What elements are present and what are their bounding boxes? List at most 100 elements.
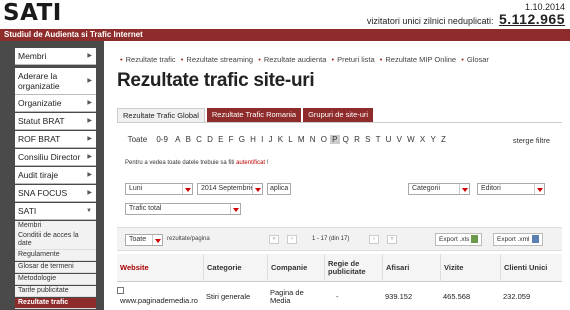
sidebar-item-label: SATI xyxy=(18,206,37,216)
sidebar-item-label: SNA FOCUS xyxy=(18,188,68,198)
alphabet-letter-b[interactable]: B xyxy=(183,135,194,144)
alphabet-letter-a[interactable]: A xyxy=(173,135,184,144)
col-afisari[interactable]: Afisari xyxy=(382,254,440,282)
alphabet-letter-z[interactable]: Z xyxy=(438,135,448,144)
alphabet-letter-r[interactable]: R xyxy=(352,135,363,144)
login-link[interactable]: autentificat xyxy=(236,160,265,166)
pager-bar: Toate rezultate/pagina « ‹ 1 - 17 (din 1… xyxy=(117,227,562,251)
page: SATI 1.10.2014 vizitatori unici zilnici … xyxy=(0,0,570,310)
bullet-icon: • xyxy=(258,55,261,64)
export-xml-button[interactable]: Export .xml xyxy=(493,233,543,246)
bullet-icon: • xyxy=(461,55,464,64)
alphabet-letter-j[interactable]: J xyxy=(266,135,275,144)
alphabet-letter-h[interactable]: H xyxy=(248,135,259,144)
sidebar-subitem-conditii[interactable]: Conditii de acces la date xyxy=(15,231,96,250)
sidebar-item-statut-brat[interactable]: Statut BRAT ▶ xyxy=(15,113,96,130)
publisher-value: Editori xyxy=(481,185,501,192)
alphabet-letter-o[interactable]: O xyxy=(318,135,329,144)
login-note: Pentru a vedea toate datele trebuie sa f… xyxy=(125,160,268,166)
sidebar-subitem-regulamente[interactable]: Regulamente xyxy=(15,250,96,261)
alphabet-letter-u[interactable]: U xyxy=(383,135,394,144)
alphabet-letter-m[interactable]: M xyxy=(295,135,307,144)
crumb-rezultate-mip[interactable]: Rezultate MIP Online xyxy=(385,55,456,64)
bullet-icon: • xyxy=(180,55,184,64)
alphabet-letter-e[interactable]: E xyxy=(216,135,227,144)
col-clienti-unici[interactable]: Clienti Unici xyxy=(500,254,562,282)
sidebar-subitem-metodologie[interactable]: Metodologie xyxy=(15,274,96,285)
alphabet-letter-v[interactable]: V xyxy=(394,135,405,144)
col-categorie[interactable]: Categorie xyxy=(203,254,267,282)
first-page-icon: « xyxy=(272,236,276,242)
col-regie[interactable]: Regie de publicitate xyxy=(324,254,382,282)
alphabet-letter-c[interactable]: C xyxy=(194,135,205,144)
col-website[interactable]: Website xyxy=(117,254,203,282)
sidebar-item-rof-brat[interactable]: ROF BRAT ▶ xyxy=(15,131,96,148)
sidebar-subitem-tarife[interactable]: Tarife publicitate xyxy=(15,286,96,297)
period-select[interactable]: Luni xyxy=(125,183,193,195)
crumb-preturi-lista[interactable]: Preturi lista xyxy=(337,55,375,64)
sidebar-item-label: ROF BRAT xyxy=(18,134,61,144)
crumb-rezultate-streaming[interactable]: Rezultate streaming xyxy=(186,55,253,64)
tab-grupuri[interactable]: Grupuri de site-uri xyxy=(303,108,374,122)
sidebar-subitem-glosar[interactable]: Glosar de termeni xyxy=(15,262,96,273)
col-companie[interactable]: Companie xyxy=(267,254,324,282)
crumb-glosar[interactable]: Glosar xyxy=(467,55,489,64)
sidebar-item-aderare[interactable]: Aderare la organizatie ▶ xyxy=(15,68,96,95)
apply-button[interactable]: aplica xyxy=(267,183,291,195)
tab-bar: Rezultate Trafic Global Rezultate Trafic… xyxy=(117,108,375,122)
category-value: Categorii xyxy=(412,185,441,192)
prev-page-button[interactable]: ‹ xyxy=(287,235,297,244)
alphabet-letter-q[interactable]: Q xyxy=(340,135,351,144)
sidebar-item-label: Audit tiraje xyxy=(18,170,59,180)
sidebar-item-membri[interactable]: Membri ▶ xyxy=(15,48,96,65)
traffic-select[interactable]: Trafic total xyxy=(125,203,241,215)
alphabet-letter-g[interactable]: G xyxy=(236,135,247,144)
first-page-button[interactable]: « xyxy=(269,235,279,244)
cell-website[interactable]: www.paginademedia.ro xyxy=(117,283,203,310)
crumb-rezultate-trafic[interactable]: Rezultate trafic xyxy=(126,55,176,64)
sidebar-item-sati[interactable]: SATI ▼ xyxy=(15,203,96,220)
chevron-right-icon: ▶ xyxy=(87,136,92,142)
month-select[interactable]: 2014 Septembrie xyxy=(197,183,263,195)
alphabet-letter-toate[interactable]: Toate xyxy=(125,135,150,144)
publisher-select[interactable]: Editori xyxy=(477,183,545,195)
sidebar-subitem-rezultate-trafic[interactable]: Rezultate trafic xyxy=(15,298,96,309)
sidebar-item-label: Organizatie xyxy=(18,98,62,108)
alphabet-letter-n[interactable]: N xyxy=(307,135,318,144)
alphabet-letter-d[interactable]: D xyxy=(205,135,216,144)
cell-categorie: Stiri generale xyxy=(206,291,251,301)
cell-clienti-unici: 232.059 xyxy=(503,291,531,301)
sidebar-item-audit-tiraje[interactable]: Audit tiraje ▶ xyxy=(15,167,96,184)
alphabet-letter-l[interactable]: L xyxy=(286,135,296,144)
clear-filters-link[interactable]: sterge filtre xyxy=(513,136,550,145)
next-page-icon: › xyxy=(373,236,375,242)
alphabet-letter-0-9[interactable]: 0-9 xyxy=(154,135,171,144)
per-page-select[interactable]: Toate xyxy=(125,234,163,246)
alphabet-letter-s[interactable]: S xyxy=(362,135,373,144)
last-page-button[interactable]: » xyxy=(387,235,397,244)
tab-trafic-romania[interactable]: Rezultate Trafic Romania xyxy=(206,108,302,122)
alphabet-letter-w[interactable]: W xyxy=(405,135,418,144)
alphabet-letter-x[interactable]: X xyxy=(417,135,428,144)
alphabet-letter-k[interactable]: K xyxy=(275,135,286,144)
alphabet-letter-t[interactable]: T xyxy=(373,135,383,144)
export-xls-button[interactable]: Export .xls xyxy=(435,233,483,246)
breadcrumb: • Rezultate trafic • Rezultate streaming •… xyxy=(117,55,489,64)
alphabet-letter-f[interactable]: F xyxy=(226,135,236,144)
chevron-down-icon: ▼ xyxy=(86,208,92,214)
alphabet-letter-y[interactable]: Y xyxy=(428,135,439,144)
crumb-rezultate-audienta[interactable]: Rezultate audienta xyxy=(264,55,327,64)
next-page-button[interactable]: › xyxy=(369,235,379,244)
alphabet-letter-p[interactable]: P xyxy=(329,135,341,144)
dropdown-arrow-icon xyxy=(152,235,162,245)
alphabet-letter-i[interactable]: I xyxy=(259,135,266,144)
category-select[interactable]: Categorii xyxy=(408,183,470,195)
col-vizite[interactable]: Vizite xyxy=(440,254,500,282)
period-value: Luni xyxy=(129,185,143,192)
sati-logo[interactable]: SATI xyxy=(3,0,62,26)
sidebar-item-consiliu-director[interactable]: Consiliu Director ▶ xyxy=(15,149,96,166)
tab-trafic-global[interactable]: Rezultate Trafic Global xyxy=(117,108,205,122)
sidebar-item-organizatie[interactable]: Organizatie ▶ xyxy=(15,95,96,112)
alphabet-filter: Toate 0-9 A B C D E F G H I J K L M N O P Q R S T U V W X Y Z xyxy=(125,135,448,144)
sidebar-item-sna-focus[interactable]: SNA FOCUS ▶ xyxy=(15,185,96,202)
